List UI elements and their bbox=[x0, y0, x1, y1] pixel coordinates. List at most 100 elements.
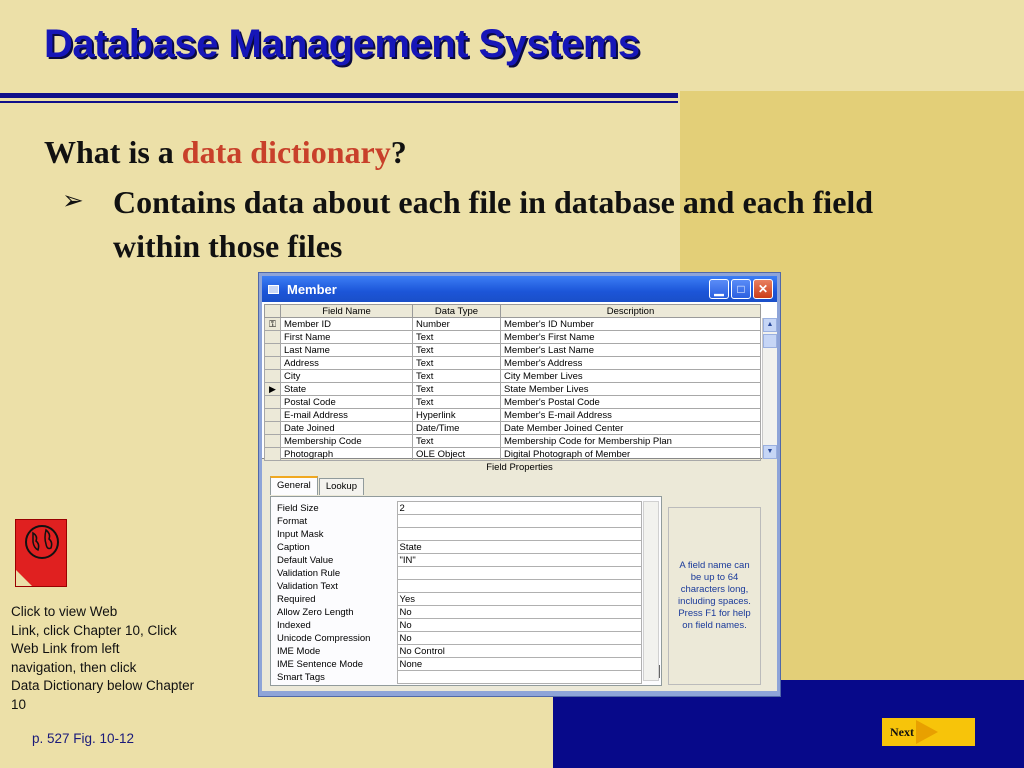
property-value[interactable]: No bbox=[396, 631, 642, 645]
data-type-cell[interactable]: Text bbox=[412, 356, 501, 370]
property-row[interactable]: Unicode Compression No bbox=[275, 631, 642, 645]
row-selector[interactable] bbox=[264, 369, 281, 383]
row-selector[interactable] bbox=[264, 343, 281, 357]
property-value[interactable]: No Control bbox=[396, 644, 642, 658]
scroll-up-arrow-icon[interactable]: ▲ bbox=[763, 318, 777, 332]
globe-weblink-icon[interactable] bbox=[15, 519, 67, 587]
property-row[interactable]: Validation Text bbox=[275, 579, 642, 593]
field-name-cell[interactable]: Last Name bbox=[280, 343, 413, 357]
property-row[interactable]: Format bbox=[275, 514, 642, 528]
data-type-cell[interactable]: OLE Object bbox=[412, 447, 501, 461]
data-type-cell[interactable]: Text bbox=[412, 343, 501, 357]
description-cell[interactable]: Member's Address bbox=[500, 356, 761, 370]
maximize-icon[interactable]: □ bbox=[731, 279, 751, 299]
field-name-cell[interactable]: Photograph bbox=[280, 447, 413, 461]
table-row[interactable]: Membership Code Text Membership Code for M… bbox=[264, 434, 761, 448]
description-cell[interactable]: State Member Lives bbox=[500, 382, 761, 396]
description-cell[interactable]: Member's Last Name bbox=[500, 343, 761, 357]
row-selector[interactable] bbox=[264, 395, 281, 409]
property-value[interactable] bbox=[396, 527, 642, 541]
row-selector[interactable] bbox=[264, 330, 281, 344]
data-type-cell[interactable]: Text bbox=[412, 434, 501, 448]
table-row[interactable]: Last Name Text Member's Last Name bbox=[264, 343, 761, 357]
property-row[interactable]: Default Value "IN" bbox=[275, 553, 642, 567]
field-name-cell[interactable]: Date Joined bbox=[280, 421, 413, 435]
table-row[interactable]: First Name Text Member's First Name bbox=[264, 330, 761, 344]
property-row[interactable]: Smart Tags bbox=[275, 670, 642, 684]
property-row[interactable]: Input Mask bbox=[275, 527, 642, 541]
column-header[interactable]: Field Name bbox=[280, 304, 413, 318]
data-type-cell[interactable]: Text bbox=[412, 369, 501, 383]
property-row[interactable]: IME Sentence Mode None bbox=[275, 657, 642, 671]
row-selector[interactable] bbox=[264, 421, 281, 435]
property-row[interactable]: Validation Rule bbox=[275, 566, 642, 580]
field-name-cell[interactable]: Membership Code bbox=[280, 434, 413, 448]
property-row[interactable]: IME Mode No Control bbox=[275, 644, 642, 658]
tab-lookup[interactable]: Lookup bbox=[318, 478, 364, 495]
property-value[interactable] bbox=[396, 566, 642, 580]
property-value[interactable]: 2 bbox=[396, 501, 642, 515]
property-row[interactable]: Caption State bbox=[275, 540, 642, 554]
data-type-cell[interactable]: Hyperlink bbox=[412, 408, 501, 422]
property-value[interactable]: Yes bbox=[396, 592, 642, 606]
scroll-thumb[interactable] bbox=[763, 334, 777, 348]
table-row[interactable]: E-mail Address Hyperlink Member's E-mail A… bbox=[264, 408, 761, 422]
property-row[interactable]: Required Yes bbox=[275, 592, 642, 606]
description-cell[interactable]: Digital Photograph of Member bbox=[500, 447, 761, 461]
property-value[interactable]: No bbox=[396, 618, 642, 632]
tab-general[interactable]: General bbox=[270, 476, 318, 495]
close-icon[interactable]: ✕ bbox=[753, 279, 773, 299]
data-type-cell[interactable]: Number bbox=[412, 317, 501, 331]
scroll-down-arrow-icon[interactable]: ▼ bbox=[763, 445, 777, 459]
property-value[interactable] bbox=[396, 514, 642, 528]
description-cell[interactable]: Member's E-mail Address bbox=[500, 408, 761, 422]
table-row[interactable]: City Text City Member Lives bbox=[264, 369, 761, 383]
table-row[interactable]: ⚿ Member ID Number Member's ID Number bbox=[264, 317, 761, 331]
property-row[interactable]: Allow Zero Length No bbox=[275, 605, 642, 619]
table-row[interactable]: Date Joined Date/Time Date Member Joined C… bbox=[264, 421, 761, 435]
property-value[interactable]: "IN" bbox=[396, 553, 642, 567]
description-cell[interactable]: Member's First Name bbox=[500, 330, 761, 344]
primary-key-icon[interactable]: ⚿ bbox=[264, 317, 281, 331]
property-value[interactable]: None bbox=[396, 657, 642, 671]
table-row[interactable]: Postal Code Text Member's Postal Code bbox=[264, 395, 761, 409]
table-row-current[interactable]: ▶ State Text State Member Lives bbox=[264, 382, 761, 396]
field-name-cell[interactable]: E-mail Address bbox=[280, 408, 413, 422]
table-row[interactable]: Photograph OLE Object Digital Photograph o… bbox=[264, 447, 761, 461]
field-name-cell[interactable]: Address bbox=[280, 356, 413, 370]
field-name-cell[interactable]: Member ID bbox=[280, 317, 413, 331]
properties-scrollbar[interactable] bbox=[643, 501, 659, 681]
column-header[interactable]: Data Type bbox=[412, 304, 501, 318]
grid-vertical-scrollbar[interactable]: ▲ ▼ bbox=[762, 318, 777, 459]
field-name-cell[interactable]: State bbox=[280, 382, 413, 396]
property-value[interactable] bbox=[396, 579, 642, 593]
field-name-cell[interactable]: City bbox=[280, 369, 413, 383]
minimize-icon[interactable]: ▁ bbox=[709, 279, 729, 299]
row-selector[interactable] bbox=[264, 447, 281, 461]
current-row-arrow-icon[interactable]: ▶ bbox=[264, 382, 281, 396]
row-selector[interactable] bbox=[264, 434, 281, 448]
description-cell[interactable]: Date Member Joined Center bbox=[500, 421, 761, 435]
data-type-cell[interactable]: Text bbox=[412, 330, 501, 344]
table-row[interactable]: Address Text Member's Address bbox=[264, 356, 761, 370]
description-cell[interactable]: Member's ID Number bbox=[500, 317, 761, 331]
data-type-cell[interactable]: Date/Time bbox=[412, 421, 501, 435]
property-row[interactable]: Indexed No bbox=[275, 618, 642, 632]
field-name-cell[interactable]: First Name bbox=[280, 330, 413, 344]
row-selector[interactable] bbox=[264, 356, 281, 370]
property-row[interactable]: Field Size 2 bbox=[275, 501, 642, 515]
column-header[interactable]: Description bbox=[500, 304, 761, 318]
field-name-cell[interactable]: Postal Code bbox=[280, 395, 413, 409]
data-type-cell[interactable]: Text bbox=[412, 395, 501, 409]
property-value[interactable]: No bbox=[396, 605, 642, 619]
description-cell[interactable]: Membership Code for Membership Plan bbox=[500, 434, 761, 448]
property-value[interactable] bbox=[396, 670, 642, 684]
property-value[interactable]: State bbox=[396, 540, 642, 554]
data-type-cell[interactable]: Text bbox=[412, 382, 501, 396]
description-cell[interactable]: Member's Postal Code bbox=[500, 395, 761, 409]
row-selector[interactable] bbox=[264, 408, 281, 422]
field-help-text: A field name can be up to 64 characters … bbox=[668, 507, 761, 685]
description-cell[interactable]: City Member Lives bbox=[500, 369, 761, 383]
window-titlebar[interactable]: Member ▁ □ ✕ bbox=[262, 276, 777, 302]
next-button[interactable]: Next bbox=[882, 718, 975, 746]
